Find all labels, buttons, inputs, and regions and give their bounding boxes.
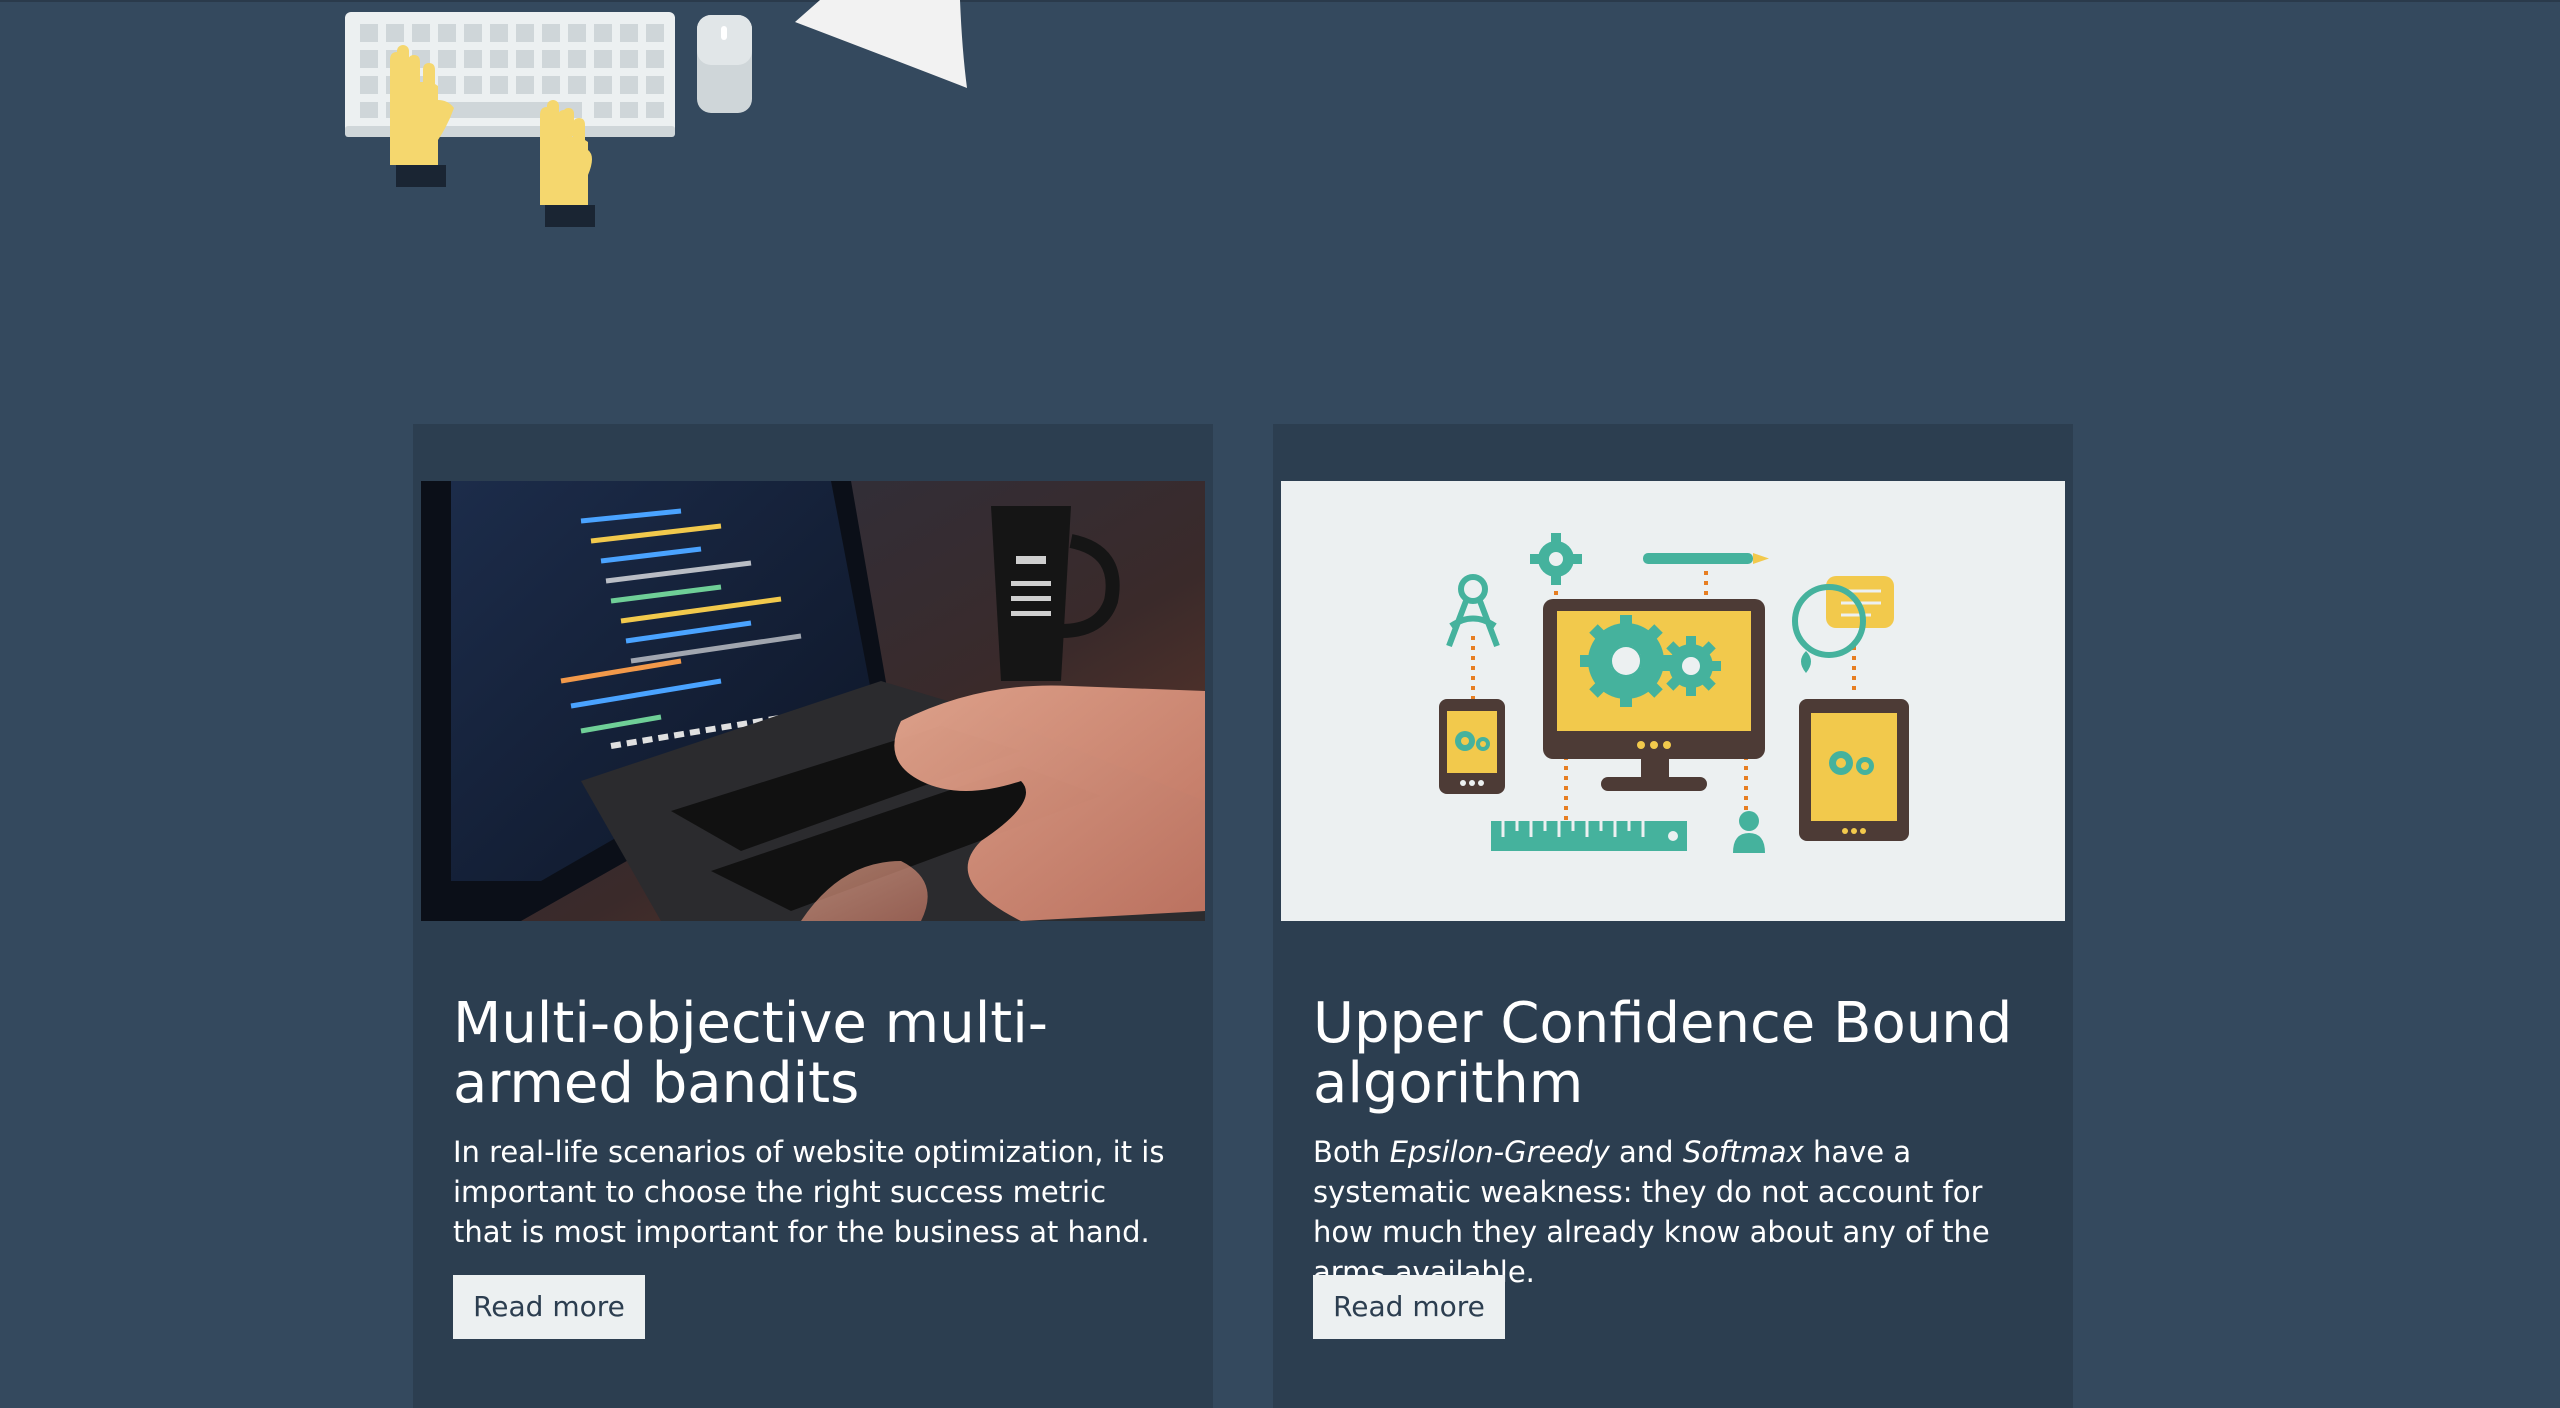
post-title[interactable]: Multi-objective multi-armed bandits bbox=[453, 994, 1153, 1114]
paper-icon bbox=[795, 0, 967, 88]
softmax-term: Softmax bbox=[1682, 1135, 1804, 1169]
read-more-button[interactable]: Read more bbox=[453, 1275, 645, 1339]
mouse-icon bbox=[697, 15, 752, 113]
post-excerpt: Both Epsilon-Greedy and Softmax have a s… bbox=[1313, 1135, 1990, 1289]
post-title[interactable]: Upper Confidence Bound algorithm bbox=[1313, 994, 2013, 1114]
hero-illustration bbox=[345, 0, 967, 227]
post-excerpt: In real-life scenarios of website optimi… bbox=[453, 1135, 1165, 1249]
post-card: Multi-objective multi-armed bandits In r… bbox=[413, 424, 1213, 1408]
epsilon-greedy-term: Epsilon-Greedy bbox=[1389, 1135, 1610, 1169]
devices-gears-illustration bbox=[1281, 481, 2065, 921]
post-card: Upper Confidence Bound algorithm Both Ep… bbox=[1273, 424, 2073, 1408]
page: Multi-objective multi-armed bandits In r… bbox=[0, 0, 2560, 1408]
read-more-button[interactable]: Read more bbox=[1313, 1275, 1505, 1339]
laptop-code-photo bbox=[421, 481, 1205, 921]
